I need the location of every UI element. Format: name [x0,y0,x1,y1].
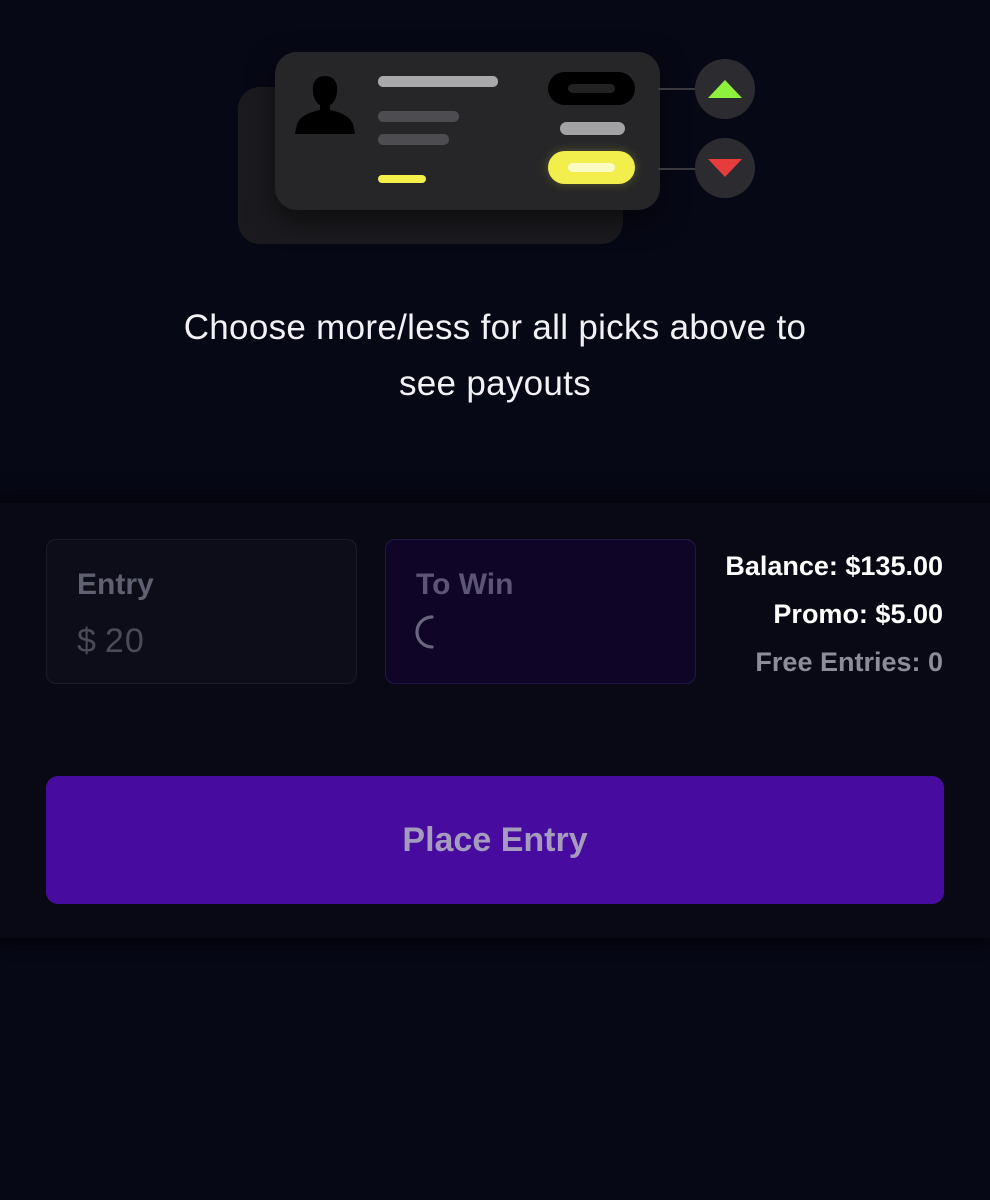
card-line-bar [378,111,459,122]
balance-text: Balance: $135.00 [725,551,943,581]
connector-line [658,88,698,90]
account-balances: Balance: $135.00 Promo: $5.00 Free Entri… [725,549,943,693]
card-title-bar [378,76,498,87]
connector-line [658,168,698,170]
more-arrow-badge [695,59,755,119]
to-win-label: To Win [416,568,514,601]
player-silhouette-icon [295,76,355,134]
stat-pill [560,122,625,135]
card-line-bar [378,134,449,145]
free-entries-text: Free Entries: 0 [755,647,943,677]
currency-symbol: $ [77,622,97,660]
place-entry-button[interactable]: Place Entry [46,776,944,904]
less-pill-selected [548,151,635,184]
more-pill [548,72,635,105]
card-highlight-bar [378,175,426,183]
entry-panel: Entry $20 To Win Balance: $135.00 Promo:… [0,503,990,938]
less-arrow-badge [695,138,755,198]
prompt-line-1: Choose more/less for all picks above to [183,308,807,347]
to-win-field: To Win [385,539,696,684]
pick-card-illustration [0,0,990,260]
entry-amount: 20 [104,622,145,660]
entry-value: $20 [77,622,145,661]
page: Choose more/less for all picks above to … [0,0,990,1200]
triangle-up-icon [708,80,742,98]
promo-text: Promo: $5.00 [773,599,943,629]
payout-prompt: Choose more/less for all picks above to … [140,300,850,412]
triangle-down-icon [708,159,742,177]
loading-spinner-icon [415,615,434,649]
card-front [275,52,660,210]
entry-label: Entry [77,568,154,601]
prompt-line-2: see payouts [398,364,592,403]
entry-amount-field[interactable]: Entry $20 [46,539,357,684]
